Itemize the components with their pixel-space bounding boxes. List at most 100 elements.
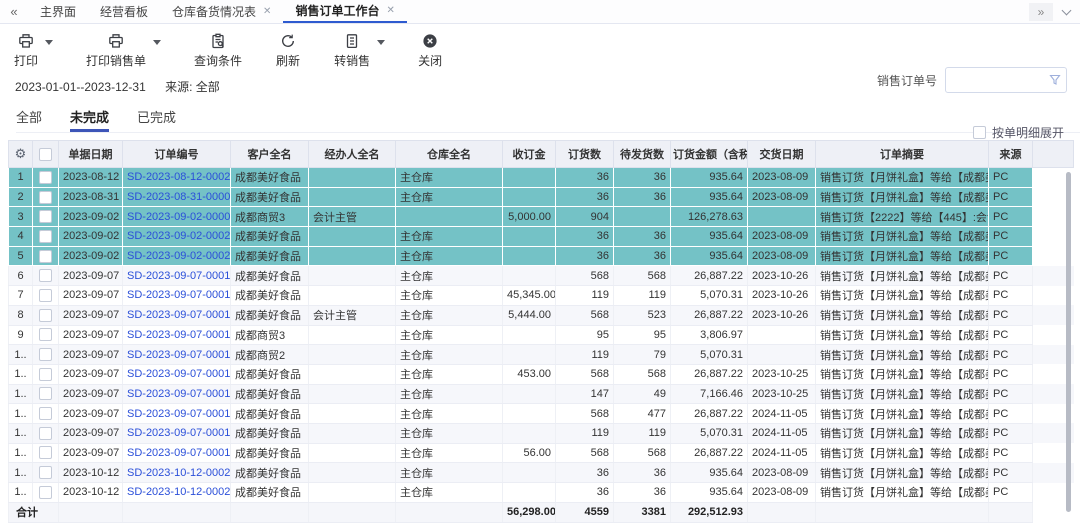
dropdown-caret-icon[interactable] — [153, 40, 161, 45]
filter-tab-unfinished[interactable]: 未完成 — [70, 107, 109, 132]
row-checkbox[interactable] — [39, 328, 52, 341]
table-row[interactable]: 92023-09-07SD-2023-09-07-00013成都商贸3主仓库95… — [9, 325, 1074, 345]
convert-to-sale-button[interactable]: 转销售 — [334, 33, 370, 69]
expand-by-detail-label: 按单明细展开 — [992, 124, 1064, 141]
dropdown-caret-icon[interactable] — [377, 40, 385, 45]
query-conditions-button[interactable]: 查询条件 — [194, 33, 242, 69]
table-row[interactable]: 22023-08-31SD-2023-08-31-00003成都美好食品主仓库3… — [9, 187, 1074, 207]
table-row[interactable]: 12023-08-12SD-2023-08-12-00022成都美好食品主仓库3… — [9, 168, 1074, 188]
order-no-link[interactable]: SD-2023-08-31-00003 — [127, 191, 231, 203]
vertical-scrollbar[interactable] — [1066, 172, 1071, 512]
column-header: 订单编号 — [123, 141, 231, 168]
table-row[interactable]: 1..2023-09-07SD-2023-09-07-00015成都美好食品主仓… — [9, 364, 1074, 384]
row-checkbox[interactable] — [39, 171, 52, 184]
order-no-link[interactable]: SD-2023-09-07-00019 — [127, 447, 231, 459]
refresh-button[interactable]: 刷新 — [276, 33, 300, 69]
cell-order-amount: 5,070.31 — [671, 423, 748, 443]
chevron-down-icon[interactable] — [1062, 5, 1072, 15]
order-no-link[interactable]: SD-2023-09-07-00015 — [127, 368, 231, 380]
row-checkbox[interactable] — [39, 309, 52, 322]
cell-handler-name — [309, 423, 396, 443]
table-row[interactable]: 1..2023-09-07SD-2023-09-07-00016成都美好食品主仓… — [9, 384, 1074, 404]
table-row[interactable]: 52023-09-02SD-2023-09-02-00024成都美好食品主仓库3… — [9, 246, 1074, 266]
row-checkbox[interactable] — [39, 466, 52, 479]
filter-funnel-icon[interactable] — [1049, 74, 1061, 86]
order-no-link[interactable]: SD-2023-09-07-00016 — [127, 388, 231, 400]
close-button[interactable]: 关闭 — [418, 33, 442, 69]
order-no-link[interactable]: SD-2023-08-12-00022 — [127, 171, 231, 183]
row-checkbox[interactable] — [39, 250, 52, 263]
table-row[interactable]: 1..2023-09-07SD-2023-09-07-00017成都美好食品主仓… — [9, 404, 1074, 424]
total-order-amount: 292,512.93 — [671, 502, 748, 522]
cell-order-no: SD-2023-10-12-00021 — [123, 483, 231, 503]
cell-order-amount: 5,070.31 — [671, 345, 748, 365]
filter-tab-finished[interactable]: 已完成 — [137, 107, 176, 132]
order-no-link[interactable]: SD-2023-09-07-00012 — [127, 309, 231, 321]
tab-warehouse-stock-report[interactable]: 仓库备货情况表 ✕ — [160, 0, 283, 23]
cell-handler-name: 会计主管 — [309, 305, 396, 325]
order-no-link[interactable]: SD-2023-09-02-00023 — [127, 230, 231, 242]
table-row[interactable]: 1..2023-10-12SD-2023-10-12-00021成都美好食品主仓… — [9, 483, 1074, 503]
row-checkbox[interactable] — [39, 368, 52, 381]
order-no-link[interactable]: SD-2023-09-07-00014 — [127, 349, 231, 361]
order-no-link[interactable]: SD-2023-09-07-00018 — [127, 427, 231, 439]
dropdown-caret-icon[interactable] — [45, 40, 53, 45]
row-checkbox[interactable] — [39, 210, 52, 223]
table-row[interactable]: 82023-09-07SD-2023-09-07-00012成都美好食品会计主管… — [9, 305, 1074, 325]
table-row[interactable]: 42023-09-02SD-2023-09-02-00023成都美好食品主仓库3… — [9, 227, 1074, 247]
expand-by-detail-checkbox[interactable] — [973, 126, 986, 139]
order-no-link[interactable]: SD-2023-09-07-00010 — [127, 270, 231, 282]
table-row[interactable]: 1..2023-10-12SD-2023-10-12-00020成都美好食品主仓… — [9, 463, 1074, 483]
order-no-link[interactable]: SD-2023-09-07-00011 — [127, 289, 231, 301]
cell-deposit: 45,345.00 — [503, 286, 556, 306]
cell-doc-date: 2023-09-07 — [59, 364, 123, 384]
total-order-qty: 4559 — [556, 502, 614, 522]
row-checkbox[interactable] — [39, 348, 52, 361]
cell-doc-date: 2023-08-12 — [59, 168, 123, 188]
expand-tabs-icon[interactable]: » — [1029, 3, 1053, 21]
filter-tab-all[interactable]: 全部 — [16, 107, 42, 132]
row-checkbox[interactable] — [39, 289, 52, 302]
row-checkbox[interactable] — [39, 191, 52, 204]
select-all-checkbox[interactable] — [39, 148, 52, 161]
print-button[interactable]: 打印 — [14, 33, 38, 69]
row-checkbox[interactable] — [39, 230, 52, 243]
order-no-link[interactable]: SD-2023-09-02-00024 — [127, 250, 231, 262]
close-tab-icon[interactable]: ✕ — [263, 6, 271, 17]
tab-sales-order-workbench[interactable]: 销售订单工作台 ✕ — [283, 0, 406, 23]
row-checkbox[interactable] — [39, 486, 52, 499]
cell-order-qty: 147 — [556, 384, 614, 404]
cell-warehouse-name: 主仓库 — [396, 266, 503, 286]
table-row[interactable]: 1..2023-09-07SD-2023-09-07-00019成都美好食品主仓… — [9, 443, 1074, 463]
row-checkbox[interactable] — [39, 387, 52, 400]
row-checkbox[interactable] — [39, 407, 52, 420]
order-no-link[interactable]: SD-2023-10-12-00021 — [127, 486, 231, 498]
cell-pending-qty: 36 — [614, 463, 671, 483]
close-tab-icon[interactable]: ✕ — [386, 5, 394, 16]
order-no-link[interactable]: SD-2023-10-12-00020 — [127, 467, 231, 479]
order-no-link[interactable]: SD-2023-09-07-00013 — [127, 329, 231, 341]
order-no-link[interactable]: SD-2023-09-02-00004 — [127, 211, 231, 223]
cell-doc-date: 2023-09-02 — [59, 246, 123, 266]
table-row[interactable]: 32023-09-02SD-2023-09-02-00004成都商贸3会计主管5… — [9, 207, 1074, 227]
cell-customer-name: 成都商贸3 — [231, 325, 309, 345]
cell-handler-name — [309, 227, 396, 247]
row-checkbox[interactable] — [39, 446, 52, 459]
row-checkbox[interactable] — [39, 269, 52, 282]
order-no-link[interactable]: SD-2023-09-07-00017 — [127, 408, 231, 420]
row-checkbox[interactable] — [39, 427, 52, 440]
cell-source: PC — [989, 266, 1033, 286]
print-sales-slip-button[interactable]: 打印销售单 — [86, 33, 146, 69]
tab-business-dashboard[interactable]: 经营看板 — [88, 0, 160, 23]
tab-main-screen[interactable]: 主界面 — [28, 0, 88, 23]
gear-icon[interactable]: ⚙ — [15, 146, 27, 161]
cell-select — [33, 384, 59, 404]
cell-warehouse-name: 主仓库 — [396, 246, 503, 266]
table-row[interactable]: 62023-09-07SD-2023-09-07-00010成都美好食品主仓库5… — [9, 266, 1074, 286]
sales-order-workbench: « 主界面 经营看板 仓库备货情况表 ✕ 销售订单工作台 ✕ » 打印 — [0, 0, 1080, 527]
collapse-tabs-icon[interactable]: « — [0, 0, 28, 23]
table-row[interactable]: 1..2023-09-07SD-2023-09-07-00018成都美好食品主仓… — [9, 423, 1074, 443]
table-row[interactable]: 1..2023-09-07SD-2023-09-07-00014成都商贸2主仓库… — [9, 345, 1074, 365]
table-row[interactable]: 72023-09-07SD-2023-09-07-00011成都美好食品主仓库4… — [9, 286, 1074, 306]
cell-deposit — [503, 266, 556, 286]
